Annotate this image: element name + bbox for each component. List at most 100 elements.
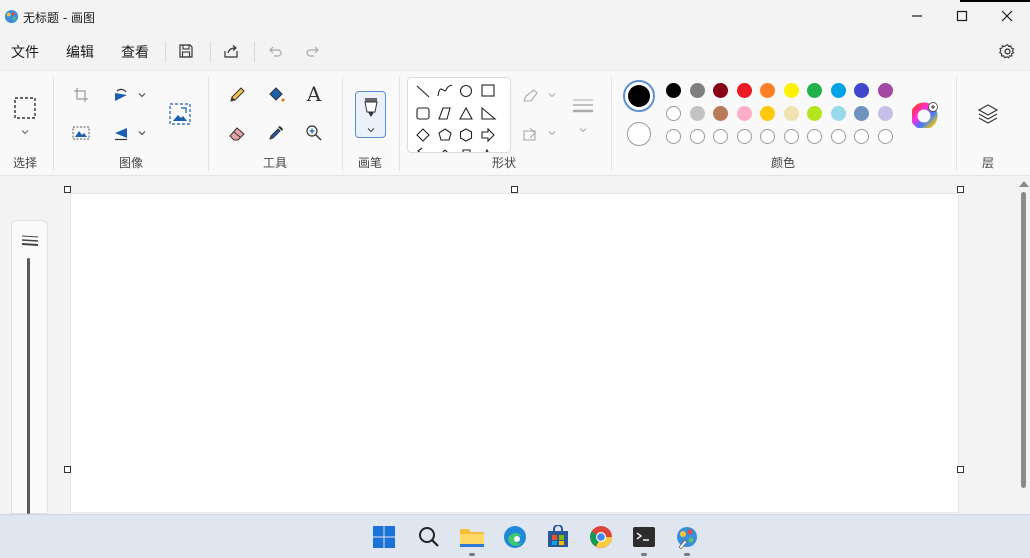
color-swatch[interactable] (830, 106, 846, 121)
flip-button[interactable] (112, 124, 130, 142)
custom-color-slot[interactable] (760, 129, 775, 144)
color-swatch[interactable] (854, 83, 869, 98)
color-swatch[interactable] (830, 83, 846, 98)
secondary-color-button[interactable] (627, 122, 651, 146)
color-swatch[interactable] (689, 83, 705, 98)
color-swatch[interactable] (666, 83, 681, 98)
save-button[interactable] (175, 40, 197, 62)
diamond-shape[interactable] (416, 128, 430, 142)
rotate-button[interactable] (112, 86, 130, 104)
triangle-shape[interactable] (459, 106, 473, 120)
color-swatch[interactable] (854, 106, 869, 121)
resize-button[interactable] (168, 102, 192, 126)
resize-handle[interactable] (957, 186, 964, 193)
drawing-canvas[interactable] (70, 193, 959, 513)
color-swatch[interactable] (877, 106, 893, 121)
custom-color-slot[interactable] (783, 129, 799, 144)
edit-colors-button[interactable] (911, 101, 939, 129)
callout-shape[interactable] (462, 149, 471, 153)
color-swatch[interactable] (807, 106, 822, 121)
color-swatch[interactable] (760, 83, 775, 98)
layers-button[interactable] (976, 102, 1000, 126)
arrow-up-shape[interactable] (441, 149, 449, 153)
pencil-tool-button[interactable] (227, 85, 247, 105)
custom-color-slot[interactable] (689, 129, 705, 144)
custom-color-slot[interactable] (807, 129, 822, 144)
arrow-left-shape[interactable] (417, 147, 423, 153)
paint-icon[interactable] (674, 524, 700, 550)
chevron-down-icon[interactable] (137, 90, 147, 100)
text-tool-button[interactable]: A (303, 82, 325, 106)
oval-shape[interactable] (459, 84, 473, 98)
shape-fill-button[interactable] (521, 125, 541, 143)
hexagon-shape[interactable] (459, 128, 473, 142)
file-explorer-icon[interactable] (459, 524, 485, 550)
minimize-button[interactable] (894, 0, 940, 32)
curve-shape[interactable] (437, 84, 453, 97)
resize-handle[interactable] (957, 466, 964, 473)
resize-handle[interactable] (64, 186, 71, 193)
custom-color-slot[interactable] (666, 129, 681, 144)
line-shape[interactable] (416, 85, 430, 98)
terminal-icon[interactable] (631, 524, 657, 550)
magnifier-button[interactable] (304, 123, 324, 143)
polygon-shape[interactable] (438, 107, 451, 120)
settings-button[interactable] (996, 40, 1018, 62)
line-width-button[interactable] (570, 95, 596, 117)
maximize-button[interactable] (939, 0, 985, 32)
share-button[interactable] (220, 40, 242, 62)
vertical-scrollbar-thumb[interactable] (1021, 192, 1026, 488)
color-swatch[interactable] (736, 106, 752, 121)
color-picker-button[interactable] (266, 123, 286, 143)
chevron-down-icon[interactable] (137, 128, 147, 138)
color-swatch[interactable] (783, 83, 799, 98)
eraser-tool-button[interactable] (227, 123, 247, 143)
resize-handle[interactable] (511, 186, 518, 193)
store-icon[interactable] (545, 524, 571, 550)
windows-start-icon[interactable] (371, 524, 397, 550)
rounded-rectangle-shape[interactable] (416, 107, 430, 120)
scroll-up-arrow-icon[interactable] (1019, 181, 1029, 187)
crop-button[interactable] (72, 86, 90, 104)
custom-color-slot[interactable] (713, 129, 728, 144)
color-swatch[interactable] (713, 83, 728, 98)
pentagon-shape[interactable] (438, 128, 452, 141)
redo-button[interactable] (302, 40, 324, 62)
chevron-down-icon[interactable] (547, 128, 557, 138)
custom-color-slot[interactable] (736, 129, 752, 144)
color-swatch[interactable] (736, 83, 752, 98)
color-swatch[interactable] (877, 83, 893, 98)
brushes-button[interactable] (355, 91, 386, 138)
outline-button[interactable] (521, 87, 541, 105)
arrow-right-shape[interactable] (481, 127, 495, 143)
remove-background-button[interactable] (72, 124, 90, 142)
star-shape[interactable] (485, 148, 489, 153)
primary-color-button[interactable] (623, 80, 655, 112)
edge-icon[interactable] (502, 524, 528, 550)
color-swatch[interactable] (689, 106, 705, 121)
undo-button[interactable] (264, 40, 286, 62)
fill-tool-button[interactable] (266, 85, 286, 105)
rectangle-shape[interactable] (481, 84, 495, 97)
chevron-down-icon[interactable] (578, 125, 588, 135)
close-button[interactable] (984, 0, 1030, 32)
color-swatch[interactable] (666, 106, 681, 121)
resize-handle[interactable] (64, 466, 71, 473)
custom-color-slot[interactable] (877, 129, 893, 144)
custom-color-slot[interactable] (830, 129, 846, 144)
color-swatch[interactable] (760, 106, 775, 121)
brush-size-slider[interactable] (27, 258, 30, 514)
selection-tool-button[interactable] (12, 95, 38, 121)
menu-edit[interactable]: 编辑 (66, 42, 94, 62)
color-swatch[interactable] (713, 106, 728, 121)
menu-view[interactable]: 查看 (121, 42, 149, 62)
color-swatch[interactable] (783, 106, 799, 121)
menu-file[interactable]: 文件 (11, 42, 39, 62)
color-swatch[interactable] (807, 83, 822, 98)
custom-color-slot[interactable] (854, 129, 869, 144)
chrome-icon[interactable] (588, 524, 614, 550)
search-icon[interactable] (416, 524, 442, 550)
chevron-down-icon[interactable] (20, 127, 30, 137)
chevron-down-icon[interactable] (547, 90, 557, 100)
right-triangle-shape[interactable] (481, 106, 497, 120)
